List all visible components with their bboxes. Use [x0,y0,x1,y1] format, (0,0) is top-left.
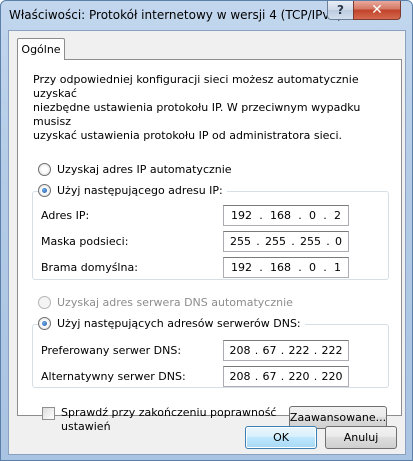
default-gateway-octet-3: 0 [309,261,316,274]
radio-dns-manual-indicator[interactable] [38,317,51,330]
help-button[interactable]: ? [327,1,354,20]
octet-separator: . [323,209,327,222]
alternate-dns-label: Alternatywny serwer DNS: [41,370,186,383]
subnet-mask-octet-3: 255 [300,235,321,248]
alternate-dns-octet-3: 220 [288,370,310,383]
preferred-dns-octet-4: 222 [321,344,343,357]
validate-settings-checkbox[interactable] [42,407,55,420]
octet-separator: . [323,261,327,274]
default-gateway-label: Brama domyślna: [41,261,138,274]
ip-address-label: Adres IP: [41,209,90,222]
octet-separator: . [254,344,259,357]
radio-dns-auto-indicator[interactable] [38,296,51,309]
radio-ip-manual-indicator[interactable] [38,184,51,197]
ip-address-octet-4: 2 [334,209,341,222]
title-bar[interactable]: Właściwości: Protokół internetowy w wers… [1,1,412,29]
description-text: Przy odpowiedniej konfiguracji sieci moż… [33,73,361,142]
ip-address-octet-2: 168 [270,209,291,222]
ip-address-octet-1: 192 [231,209,252,222]
dialog-window: Właściwości: Protokół internetowy w wers… [0,0,413,461]
radio-dns-manual-label: Użyj następujących adresów serwerów DNS: [57,317,301,330]
octet-separator: . [313,370,318,383]
ip-address-octet-3: 0 [309,209,316,222]
close-icon: ✕ [371,2,383,18]
default-gateway-octet-2: 168 [270,261,291,274]
preferred-dns-input[interactable]: 208 . 67 . 222 . 222 [223,340,349,361]
octet-separator: . [259,261,263,274]
window-title: Właściwości: Protokół internetowy w wers… [9,8,342,22]
ok-button-label: OK [273,431,289,444]
alternate-dns-octet-2: 67 [262,370,277,383]
advanced-button-label: Zaawansowane... [289,411,387,424]
subnet-mask-input[interactable]: 255 . 255 . 255 . 0 [223,231,349,252]
alternate-dns-octet-4: 220 [321,370,343,383]
cancel-button[interactable]: Anuluj [325,426,397,449]
ok-button[interactable]: OK [245,426,317,449]
dialog-client-area: Ogólne Przy odpowiedniej konfiguracji si… [8,30,406,455]
ip-address-input[interactable]: 192 . 168 . 0 . 2 [223,205,349,226]
octet-separator: . [313,344,318,357]
octet-separator: . [280,344,285,357]
tab-general-label: Ogólne [21,43,61,56]
preferred-dns-octet-1: 208 [229,344,251,357]
cancel-button-label: Anuluj [343,431,379,444]
radio-ip-manual[interactable]: Użyj następującego adresu IP: [38,184,227,197]
subnet-mask-octet-2: 255 [265,235,286,248]
preferred-dns-octet-3: 222 [288,344,310,357]
radio-ip-auto-label: Uzyskaj adres IP automatycznie [57,163,232,176]
octet-separator: . [259,209,263,222]
subnet-mask-octet-1: 255 [230,235,251,248]
alternate-dns-input[interactable]: 208 . 67 . 220 . 220 [223,366,349,387]
octet-separator: . [280,370,285,383]
octet-separator: . [326,235,330,248]
tab-panel-general: Przy odpowiedniej konfiguracji sieci moż… [17,59,402,433]
radio-ip-auto-indicator[interactable] [38,163,51,176]
alternate-dns-octet-1: 208 [229,370,251,383]
radio-dns-manual[interactable]: Użyj następujących adresów serwerów DNS: [38,317,305,330]
default-gateway-input[interactable]: 192 . 168 . 0 . 1 [223,257,349,278]
octet-separator: . [256,235,260,248]
default-gateway-octet-1: 192 [231,261,252,274]
radio-dns-auto[interactable]: Uzyskaj adres serwera DNS automatycznie [38,296,293,309]
tab-general[interactable]: Ogólne [17,38,65,60]
octet-separator: . [298,261,302,274]
help-icon: ? [337,3,344,17]
default-gateway-octet-4: 1 [334,261,341,274]
radio-ip-auto[interactable]: Uzyskaj adres IP automatycznie [38,163,232,176]
subnet-mask-octet-4: 0 [335,235,342,248]
close-button[interactable]: ✕ [353,1,401,20]
radio-ip-manual-label: Użyj następującego adresu IP: [57,184,223,197]
octet-separator: . [254,370,259,383]
preferred-dns-label: Preferowany serwer DNS: [41,344,182,357]
octet-separator: . [291,235,295,248]
preferred-dns-octet-2: 67 [262,344,277,357]
octet-separator: . [298,209,302,222]
radio-dns-auto-label: Uzyskaj adres serwera DNS automatycznie [57,296,293,309]
subnet-mask-label: Maska podsieci: [41,235,129,248]
